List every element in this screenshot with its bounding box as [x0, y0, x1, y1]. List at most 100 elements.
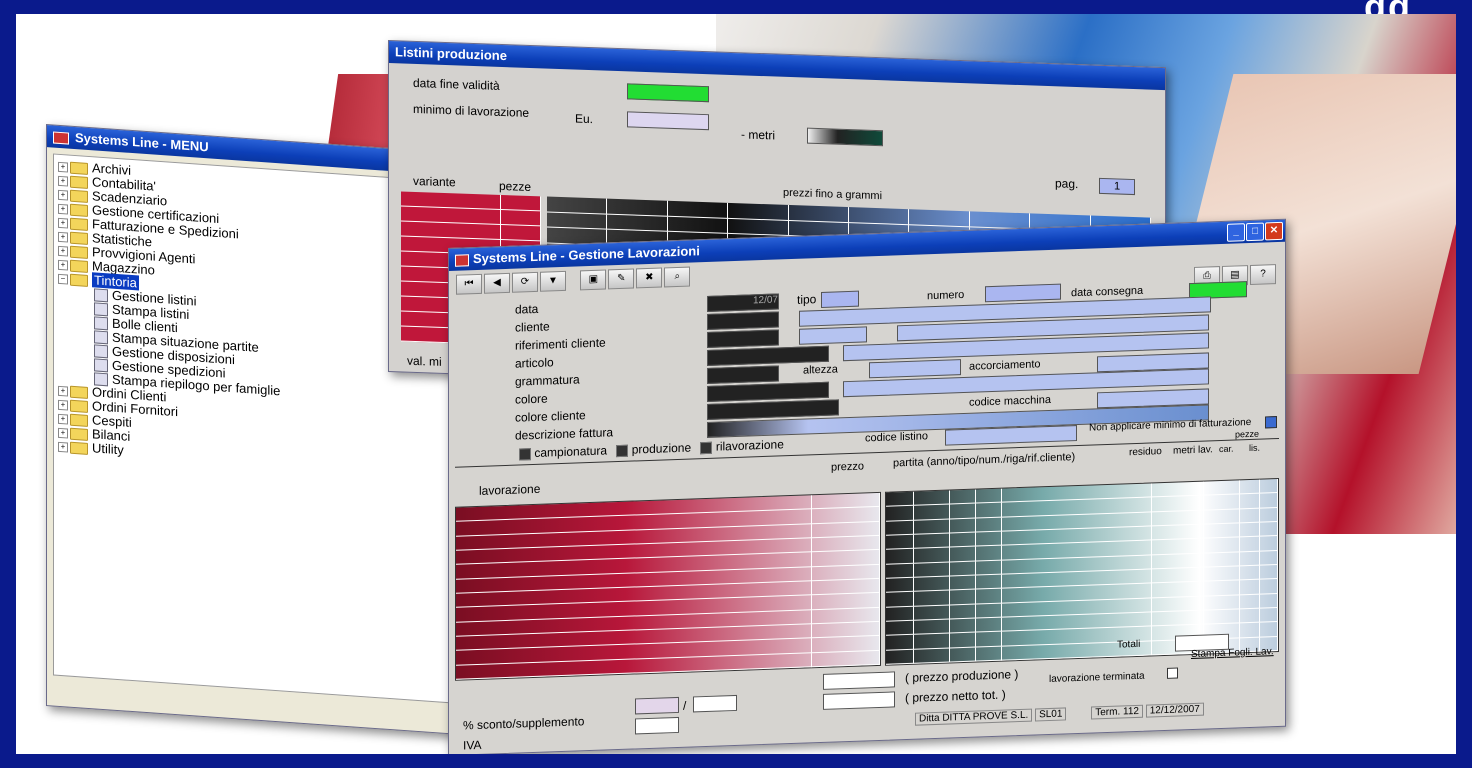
grid-cell[interactable]: [976, 574, 1002, 590]
grid-cell[interactable]: [886, 520, 914, 536]
save-icon[interactable]: ▣: [580, 269, 607, 291]
prezzo-netto-field[interactable]: [823, 691, 895, 710]
grid-cell[interactable]: [976, 603, 1002, 619]
numero-field[interactable]: [985, 283, 1061, 303]
grid-cell[interactable]: [950, 632, 976, 649]
grid-cell[interactable]: [914, 576, 950, 593]
grid-cell[interactable]: [1260, 593, 1278, 609]
grid-cell[interactable]: [1240, 594, 1260, 610]
stampa-fogli-button[interactable]: Stampa Fogli. Lav.: [1191, 646, 1274, 660]
grid-cell[interactable]: [976, 502, 1002, 519]
grid-cell[interactable]: [950, 589, 976, 606]
grid-cell[interactable]: [1240, 622, 1260, 638]
data-fine-validita-field[interactable]: [627, 83, 709, 103]
grid-cell[interactable]: [1204, 580, 1240, 597]
grid-cell[interactable]: [914, 547, 950, 564]
expand-icon[interactable]: +: [58, 385, 68, 397]
grid-cell[interactable]: [1240, 536, 1260, 552]
grid-cell[interactable]: [950, 489, 976, 505]
grid-cell[interactable]: [1204, 480, 1240, 496]
grid-cell[interactable]: [1260, 536, 1278, 552]
prev-record-icon[interactable]: ◀: [484, 272, 510, 294]
grid-cell[interactable]: [1204, 551, 1240, 568]
grid-cell[interactable]: [1240, 565, 1260, 581]
grid-cell[interactable]: [1260, 579, 1278, 595]
collapse-icon[interactable]: −: [58, 273, 68, 285]
altezza-field[interactable]: [869, 359, 961, 379]
iva-field[interactable]: [635, 716, 679, 735]
grid-cell[interactable]: [1260, 522, 1278, 537]
minimo-metri-field[interactable]: [807, 127, 883, 147]
down-icon[interactable]: ▼: [540, 270, 566, 292]
grid-cell[interactable]: [886, 635, 914, 651]
maximize-button[interactable]: □: [1246, 222, 1264, 242]
grid-cell[interactable]: [976, 545, 1002, 562]
grid-cell[interactable]: [1240, 551, 1260, 567]
grid-cell[interactable]: [1240, 508, 1260, 524]
grid-cell[interactable]: [1240, 479, 1260, 495]
grid-cell[interactable]: [1240, 608, 1260, 624]
lavorazione-terminata-checkbox[interactable]: [1167, 667, 1178, 679]
grid-cell[interactable]: [950, 546, 976, 563]
grid-cell[interactable]: [914, 533, 950, 550]
grid-cell[interactable]: [950, 532, 976, 548]
grid-cell[interactable]: [976, 517, 1002, 533]
grid-cell[interactable]: [886, 620, 914, 637]
rilavorazione-checkbox[interactable]: [700, 441, 713, 455]
expand-icon[interactable]: +: [58, 259, 68, 271]
grid-cell[interactable]: [914, 633, 950, 650]
expand-icon[interactable]: +: [58, 175, 68, 187]
grid-cell[interactable]: [950, 503, 976, 520]
grid-cell[interactable]: [1240, 579, 1260, 595]
grid-cell[interactable]: [886, 577, 914, 594]
prezzo-produzione-field[interactable]: [823, 671, 895, 690]
expand-icon[interactable]: +: [58, 161, 68, 173]
produzione-checkbox[interactable]: [616, 444, 629, 457]
riferimenti-field-2[interactable]: [799, 326, 867, 345]
grid-cell[interactable]: [950, 647, 976, 663]
sconto-field[interactable]: [635, 696, 679, 715]
grid-cell[interactable]: [886, 534, 914, 551]
pag-field[interactable]: 1: [1099, 177, 1135, 196]
grid-cell[interactable]: [914, 619, 950, 636]
close-button[interactable]: ✕: [1265, 221, 1283, 241]
grid-cell[interactable]: [914, 562, 950, 578]
grid-cell[interactable]: [914, 648, 950, 664]
non-applicare-checkbox[interactable]: [1265, 416, 1277, 429]
grid-cell[interactable]: [1240, 493, 1260, 509]
grid-cell[interactable]: [976, 531, 1002, 547]
grid-cell[interactable]: [1204, 537, 1240, 554]
help-icon[interactable]: ?: [1250, 264, 1276, 285]
expand-icon[interactable]: +: [58, 245, 68, 257]
grid-cell[interactable]: [1260, 565, 1278, 580]
delete-icon[interactable]: ✖: [636, 267, 663, 289]
lavorazioni-grid-left[interactable]: [455, 491, 881, 681]
grid-cell[interactable]: [1240, 522, 1260, 538]
grid-cell[interactable]: [950, 618, 976, 634]
campionatura-checkbox[interactable]: [519, 447, 531, 461]
grid-cell[interactable]: [886, 491, 914, 508]
tipo-field[interactable]: [821, 290, 859, 308]
expand-icon[interactable]: +: [58, 203, 68, 215]
data-field[interactable]: 12/07: [707, 293, 779, 312]
grid-cell[interactable]: [976, 488, 1002, 504]
grid-cell[interactable]: [886, 563, 914, 579]
grid-cell[interactable]: [914, 590, 950, 607]
expand-icon[interactable]: +: [58, 427, 68, 439]
grid-cell[interactable]: [1260, 608, 1278, 623]
expand-icon[interactable]: +: [58, 413, 68, 425]
grid-cell[interactable]: [976, 646, 1002, 662]
grid-cell[interactable]: [1204, 508, 1240, 525]
grid-cell[interactable]: [914, 519, 950, 535]
cliente-code-field[interactable]: [707, 311, 779, 330]
grid-cell[interactable]: [501, 209, 541, 227]
grid-cell[interactable]: [976, 560, 1002, 576]
grid-cell[interactable]: [1204, 594, 1240, 611]
grid-cell[interactable]: [976, 617, 1002, 633]
expand-icon[interactable]: +: [58, 441, 68, 453]
grid-cell[interactable]: [886, 592, 914, 608]
grid-cell[interactable]: [950, 575, 976, 591]
grid-cell[interactable]: [501, 194, 541, 212]
colore-code-field[interactable]: [707, 381, 829, 402]
codice-listino-field[interactable]: [945, 425, 1077, 446]
